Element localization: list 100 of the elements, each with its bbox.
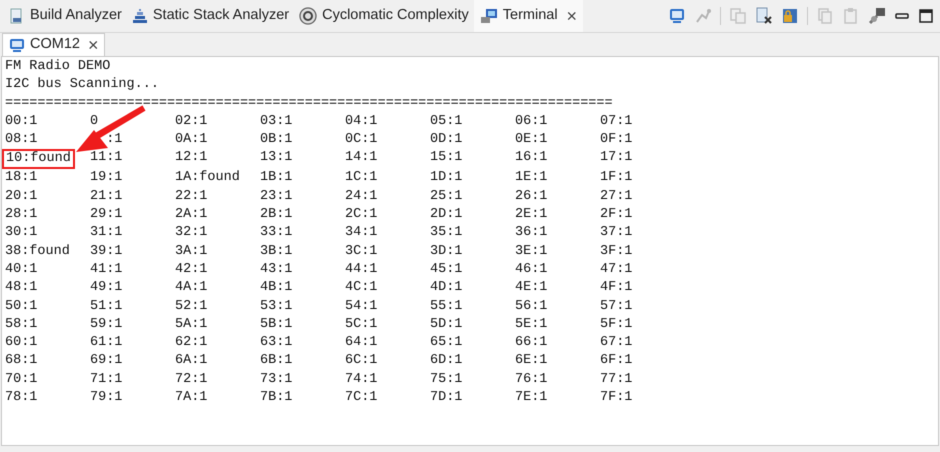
plug-icon[interactable]: [868, 7, 886, 25]
scan-result: 7C:1: [345, 390, 378, 406]
scan-result: 28:1: [5, 207, 38, 222]
scan-result: 34:1: [345, 225, 378, 240]
scan-result: 41:1: [90, 262, 122, 277]
scan-result: 00:1: [5, 114, 38, 129]
scan-result: 6C:1: [345, 353, 378, 368]
scan-result: 1A:found: [175, 170, 240, 186]
scan-result: 14:1: [345, 150, 378, 166]
scan-result: 05:1: [430, 114, 462, 129]
scan-result: 72:1: [175, 372, 208, 387]
scan-result: 19:1: [90, 170, 122, 186]
scan-result: 20:1: [5, 188, 38, 204]
scan-result: 60:1: [5, 335, 38, 350]
view-tab[interactable]: Terminal ×: [474, 0, 584, 32]
output-line: I2C bus Scanning...: [5, 76, 159, 94]
terminal-icon: [480, 8, 498, 24]
scan-result: 76:1: [515, 372, 548, 387]
scan-result: 74:1: [345, 372, 378, 387]
stack-icon: [132, 8, 148, 24]
clear-document-icon[interactable]: [755, 7, 773, 25]
scan-result: 4D:1: [430, 280, 462, 296]
scan-result: 4A:1: [175, 280, 208, 296]
scan-result: 52:1: [175, 298, 208, 314]
scan-result: 11:1: [90, 150, 122, 166]
scan-result: 15:1: [430, 150, 462, 166]
scan-result: 31:1: [90, 225, 122, 240]
scan-result: 55:1: [430, 298, 462, 314]
scan-result: 49:1: [90, 280, 122, 296]
scan-result: 0C:1: [345, 132, 378, 148]
scan-result: 6E:1: [515, 353, 548, 368]
maximize-icon[interactable]: [918, 8, 934, 24]
scan-result: 70:1: [5, 372, 38, 387]
scan-result: 3C:1: [345, 244, 378, 259]
view-tab[interactable]: Build Analyzer: [4, 0, 127, 32]
scan-result: 71:1: [90, 372, 122, 387]
scan-result: 3D:1: [430, 244, 462, 259]
scan-result: 33:1: [260, 225, 292, 240]
session-tab[interactable]: COM12 ×: [2, 33, 106, 56]
scan-result: 10:found: [2, 149, 75, 170]
scan-result: 51:1: [90, 298, 122, 314]
scan-result: 58:1: [5, 316, 38, 332]
scan-result: 0A:1: [175, 132, 208, 148]
scan-result: 39:1: [90, 244, 122, 259]
scan-result: 16:1: [515, 150, 548, 166]
lock-icon[interactable]: [781, 7, 799, 25]
scan-result: 77:1: [600, 372, 632, 387]
monitor-icon[interactable]: [668, 7, 686, 25]
scan-result: 21:1: [90, 188, 122, 204]
scan-result: 69:1: [90, 353, 122, 368]
output-line: FM Radio DEMO: [5, 58, 110, 76]
scan-result: 24:1: [345, 188, 378, 204]
scan-result: 45:1: [430, 262, 462, 277]
scan-result: 75:1: [430, 372, 462, 387]
scan-result: 1E:1: [515, 170, 548, 186]
scan-result: 48:1: [5, 280, 38, 296]
scan-result: 1C:1: [345, 170, 378, 186]
scan-result: 78:1: [5, 390, 38, 406]
scan-result: 2E:1: [515, 207, 548, 222]
scan-result: 3A:1: [175, 244, 208, 259]
scan-result: 7D:1: [430, 390, 462, 406]
scan-result: 0: [90, 112, 98, 131]
scan-result: 5B:1: [260, 316, 292, 332]
scan-result: 2B:1: [260, 207, 292, 222]
scan-result: 67:1: [600, 335, 632, 350]
scan-result: 54:1: [345, 298, 378, 314]
scan-result: 5C:1: [345, 316, 378, 332]
scan-result: 17:1: [600, 150, 632, 166]
scan-result: 27:1: [600, 188, 632, 204]
scan-result: 62:1: [175, 335, 208, 350]
scan-result: 1B:1: [260, 170, 292, 186]
scan-result: 18:1: [5, 170, 38, 186]
view-tab[interactable]: Static Stack Analyzer: [126, 0, 294, 32]
close-button[interactable]: ×: [566, 2, 578, 30]
scan-result: 73:1: [260, 372, 292, 387]
scan-result: 0D:1: [430, 132, 462, 148]
scan-result: 6D:1: [430, 353, 462, 368]
scan-result: 5D:1: [430, 316, 462, 332]
scan-result: 37:1: [600, 225, 632, 240]
scan-result: 4E:1: [515, 280, 548, 296]
scan-result: 0B:1: [260, 132, 292, 148]
output-line: ===========================================================================: [5, 94, 613, 113]
scan-result: 02:1: [175, 114, 208, 129]
scan-result: 64:1: [345, 335, 378, 350]
scan-result: 23:1: [260, 188, 292, 204]
scan-result: 6F:1: [600, 353, 632, 368]
view-tab[interactable]: Cyclomatic Complexity: [294, 0, 474, 32]
scan-result: 29:1: [90, 207, 122, 222]
scan-result: 7A:1: [175, 390, 208, 406]
scan-result: 4C:1: [345, 280, 378, 296]
scan-result: 3E:1: [515, 244, 548, 259]
scan-result: 22:1: [175, 188, 208, 204]
scan-result: 32:1: [175, 225, 208, 240]
scan-result: 6B:1: [260, 353, 292, 368]
close-button[interactable]: ×: [88, 32, 98, 58]
scan-result: 5F:1: [600, 316, 632, 332]
scan-result: 1F:1: [600, 170, 632, 186]
scan-result: 0E:1: [515, 132, 548, 148]
scan-result: 30:1: [5, 225, 38, 240]
scan-result: 44:1: [345, 262, 378, 277]
